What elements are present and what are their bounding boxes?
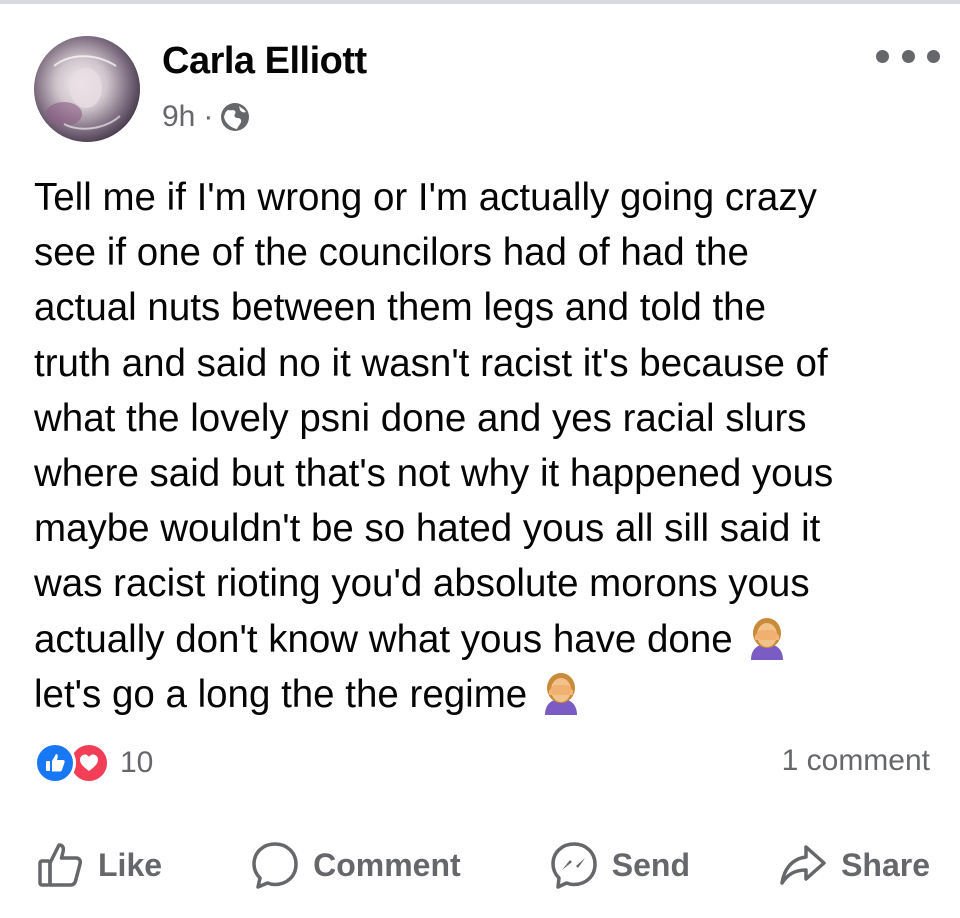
post-actions-bar: Like Comment Send Share [34,838,930,892]
post-line: truth and said no it wasn't racist it's … [34,341,828,385]
post-line: what the lovely psni done and yes racial… [34,396,807,440]
more-options-button[interactable] [876,40,940,72]
comment-bubble-icon [252,842,298,889]
facebook-post: Carla Elliott 9h · Tell me if I'm wrong … [0,0,960,918]
post-line: actually don't know what yous have done [34,617,733,661]
top-divider [0,0,960,4]
more-horizontal-icon-dot [901,49,915,63]
post-meta: 9h · [162,100,251,134]
like-reaction-icon [34,742,76,784]
post-line: was racist rioting you'd absolute morons… [34,562,810,606]
globe-icon [221,103,250,131]
heart-icon [80,754,98,771]
post-line: actual nuts between them legs and told t… [34,286,766,330]
comment-label: Comment [313,846,461,883]
more-horizontal-icon-dot [927,49,940,63]
comment-count[interactable]: 1 comment [782,744,930,778]
thumbs-up-icon [38,843,83,887]
author-name[interactable]: Carla Elliott [162,40,367,83]
post-line: maybe wouldn't be so hated yous all sill… [34,507,821,551]
share-label: Share [841,846,930,883]
send-label: Send [611,846,690,883]
like-label: Like [98,846,163,883]
meta-separator: · [203,100,214,133]
like-button[interactable]: Like [34,839,162,891]
send-button[interactable]: Send [548,839,690,891]
woman-facepalming-emoji [545,672,578,715]
more-horizontal-icon-dot [876,49,889,63]
thumbs-up-icon [46,754,65,772]
reactions-summary[interactable]: 10 [34,742,153,784]
post-line: where said but that's not why it happene… [34,452,834,496]
post-time[interactable]: 9h [162,100,195,134]
reaction-count: 10 [120,746,154,779]
woman-facepalming-emoji [750,617,783,660]
avatar[interactable] [34,36,140,142]
post-line: Tell me if I'm wrong or I'm actually goi… [34,176,817,219]
comment-button[interactable]: Comment [249,839,461,891]
post-body: Tell me if I'm wrong or I'm actually goi… [34,170,934,722]
post-line: see if one of the councilors had of had … [34,231,749,275]
share-button[interactable]: Share [777,839,930,891]
messenger-icon [551,842,597,889]
share-arrow-icon [780,845,826,885]
post-line: let's go a long the the regime [34,672,528,716]
avatar-image [34,36,140,142]
